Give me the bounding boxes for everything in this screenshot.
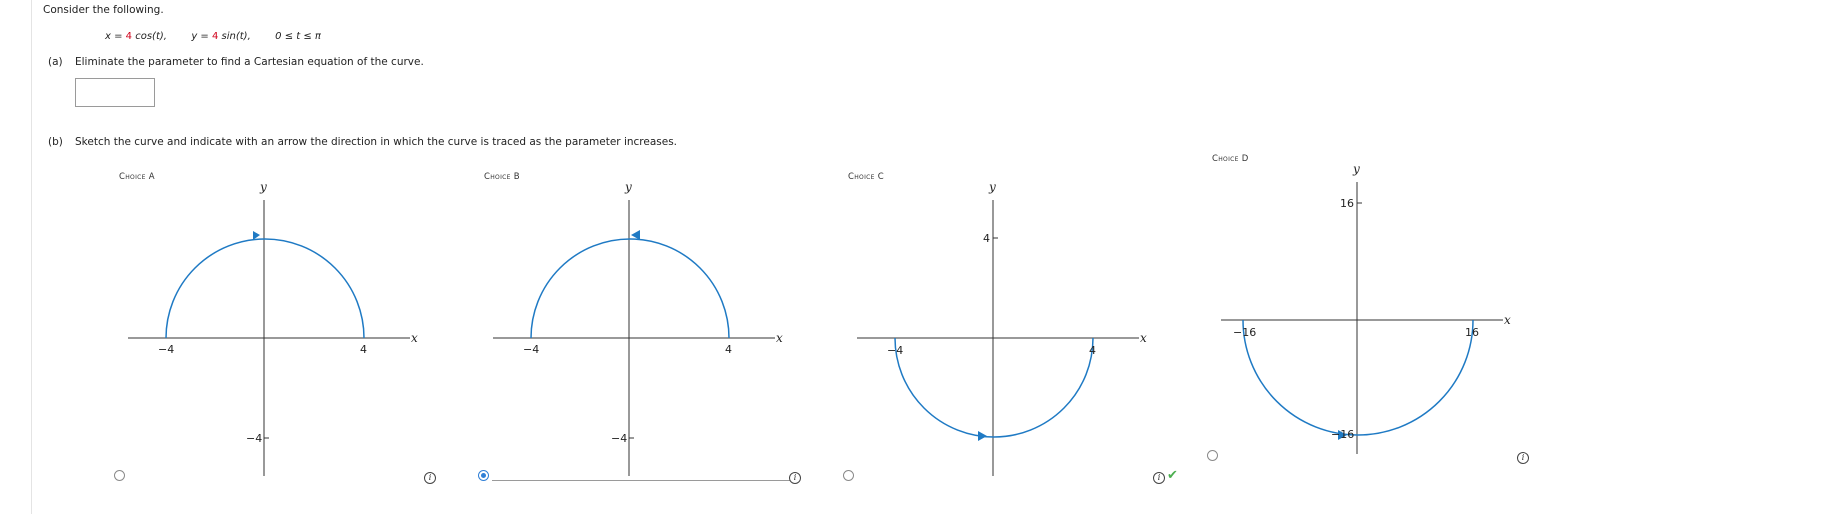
part-a-tag: (a) bbox=[48, 56, 63, 68]
info-icon[interactable]: i bbox=[424, 472, 436, 484]
choice-c-radio[interactable] bbox=[843, 470, 854, 481]
part-a-prompt: (a) Eliminate the parameter to find a Car… bbox=[48, 56, 424, 68]
curve-path bbox=[165, 238, 365, 339]
part-b-text: Sketch the curve and indicate with an ar… bbox=[75, 136, 678, 148]
x-equation-suffix: cos(t), bbox=[132, 31, 167, 42]
tick-label-x-pos: 16 bbox=[1465, 326, 1479, 339]
tick-label-x-pos: 4 bbox=[1089, 344, 1096, 357]
x-axis-label: x bbox=[1504, 313, 1511, 327]
y-axis-label: y bbox=[259, 180, 267, 194]
x-axis-label: x bbox=[776, 331, 783, 345]
selection-underline bbox=[492, 480, 790, 481]
y-equation-suffix: sin(t), bbox=[218, 31, 251, 42]
y-equation-prefix: y = bbox=[191, 31, 212, 42]
tick-label-x-neg: −4 bbox=[158, 343, 174, 356]
y-axis-label: y bbox=[988, 180, 996, 194]
part-a-text: Eliminate the parameter to find a Cartes… bbox=[75, 56, 424, 68]
question-intro: Consider the following. bbox=[43, 4, 164, 16]
part-b-tag: (b) bbox=[48, 136, 63, 148]
tick-label-x-pos: 4 bbox=[360, 343, 367, 356]
info-icon[interactable]: i bbox=[789, 472, 801, 484]
direction-arrow bbox=[978, 431, 987, 441]
x-axis-label: x bbox=[411, 331, 418, 345]
tick-label-x-pos: 4 bbox=[725, 343, 732, 356]
y-axis-label: y bbox=[1352, 162, 1360, 176]
choice-d-graph: −16 16 16 −16 x y bbox=[1221, 162, 1511, 454]
page-left-border bbox=[31, 0, 32, 514]
info-icon[interactable]: i bbox=[1153, 472, 1165, 484]
info-icon[interactable]: i bbox=[1517, 452, 1529, 464]
tick-label-y: −4 bbox=[611, 432, 627, 445]
cartesian-equation-input[interactable] bbox=[75, 78, 155, 107]
parameter-domain: 0 ≤ t ≤ π bbox=[275, 31, 321, 42]
tick-label-y: 16 bbox=[1340, 197, 1354, 210]
choice-a-radio[interactable] bbox=[114, 470, 125, 481]
tick-label-x-neg: −4 bbox=[887, 344, 903, 357]
part-b-prompt: (b) Sketch the curve and indicate with an… bbox=[48, 136, 677, 148]
x-axis-label: x bbox=[1140, 331, 1147, 345]
tick-label-y-bottom: −16 bbox=[1331, 428, 1354, 441]
curve-path bbox=[530, 238, 730, 339]
choice-c-graph: −4 4 4 x y bbox=[857, 180, 1147, 476]
curve-path bbox=[1242, 319, 1474, 436]
choice-b-graph: −4 4 −4 x y bbox=[493, 180, 783, 476]
choice-d-radio[interactable] bbox=[1207, 450, 1218, 461]
tick-label-y: −4 bbox=[246, 432, 262, 445]
tick-label-y: 4 bbox=[983, 232, 990, 245]
y-axis-label: y bbox=[624, 180, 632, 194]
parametric-equations: x = 4 cos(t), y = 4 sin(t), 0 ≤ t ≤ π bbox=[105, 31, 321, 42]
choice-a-graph: −4 4 −4 x y bbox=[128, 180, 418, 476]
tick-label-x-neg: −4 bbox=[523, 343, 539, 356]
choice-b-radio[interactable] bbox=[478, 470, 489, 481]
tick-label-x-neg: −16 bbox=[1233, 326, 1256, 339]
curve-path bbox=[894, 337, 1094, 438]
check-icon: ✔ bbox=[1167, 468, 1178, 483]
x-equation-prefix: x = bbox=[105, 31, 126, 42]
